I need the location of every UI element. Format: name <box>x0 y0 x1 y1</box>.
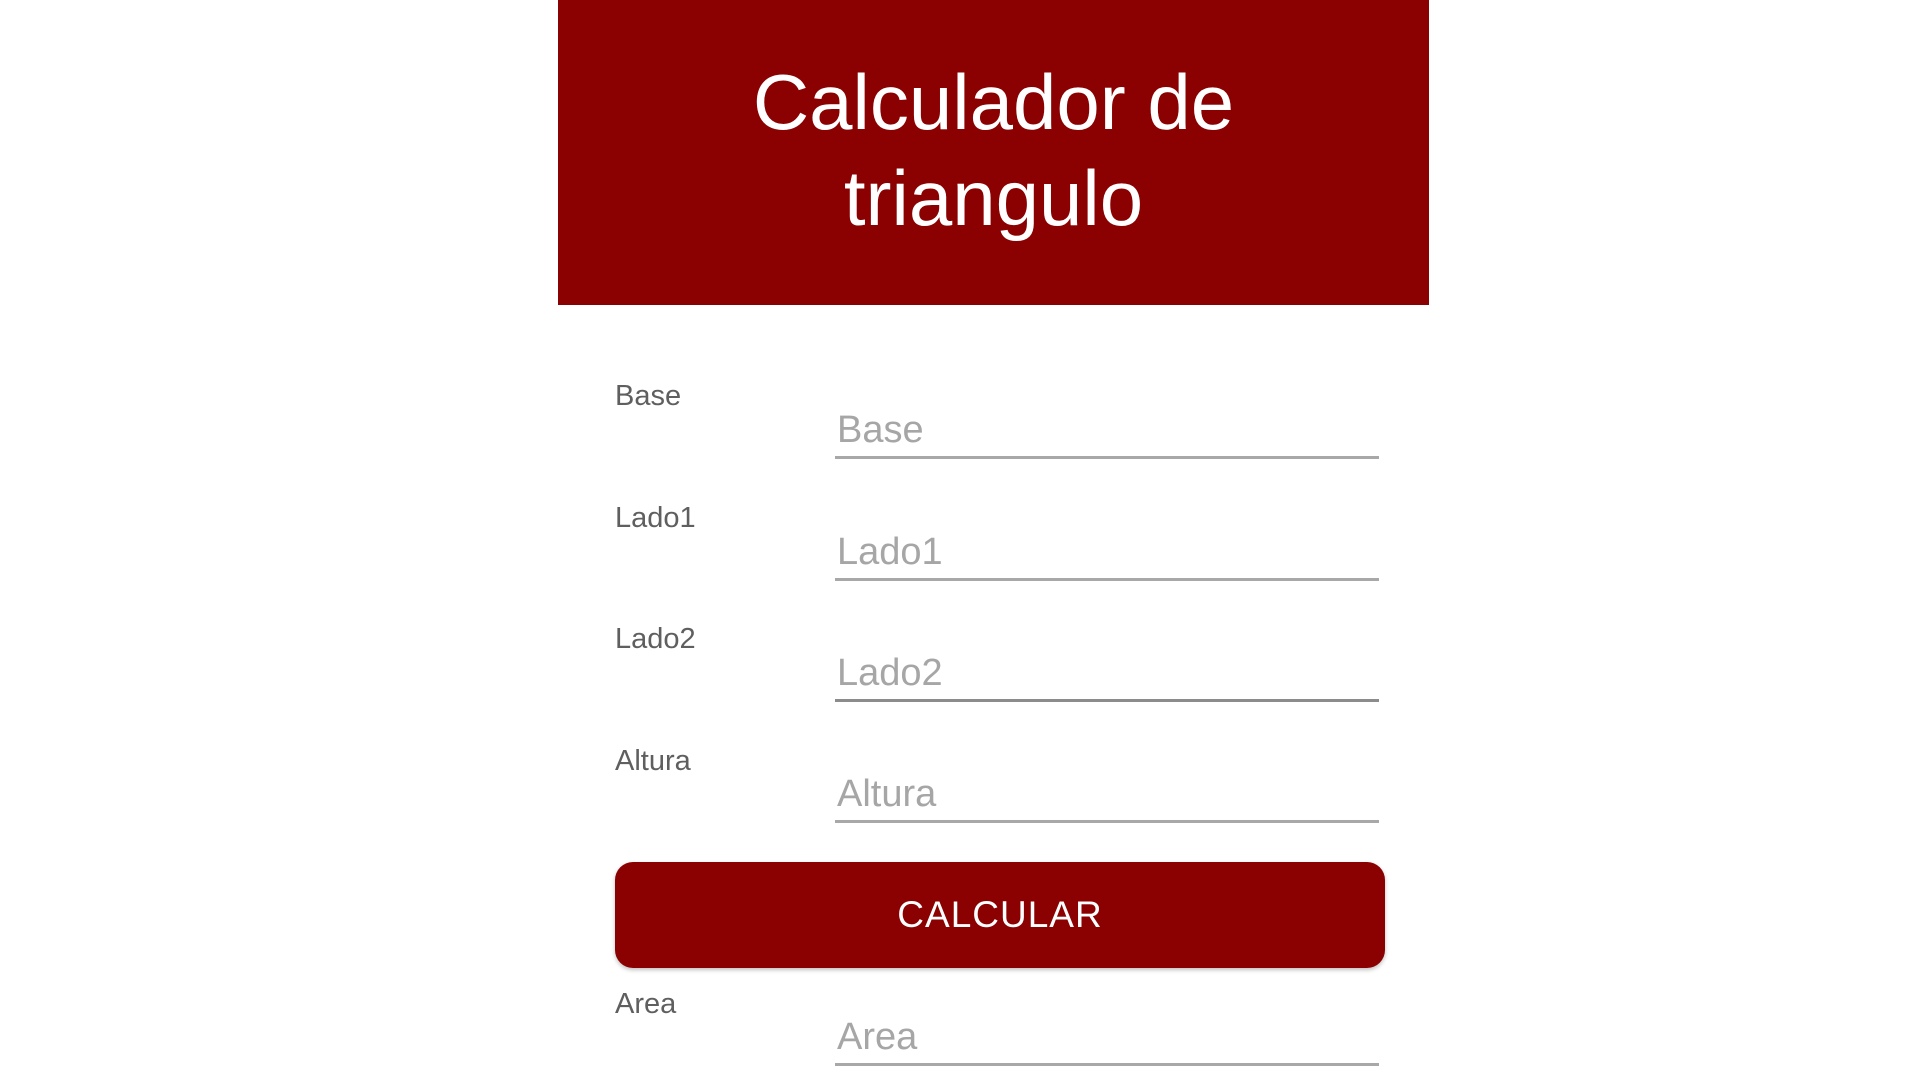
app-container: Calculador de triangulo Base Lado1 Lado2… <box>558 0 1429 1080</box>
base-label: Base <box>615 380 682 412</box>
lado1-label: Lado1 <box>615 502 696 534</box>
lado2-input[interactable] <box>835 647 1379 702</box>
calcular-button[interactable]: CALCULAR <box>615 862 1385 968</box>
altura-label: Altura <box>615 745 691 777</box>
lado1-input[interactable] <box>835 526 1379 581</box>
lado2-label: Lado2 <box>615 623 696 655</box>
altura-input[interactable] <box>835 768 1379 823</box>
base-input[interactable] <box>835 404 1379 459</box>
header-bar: Calculador de triangulo <box>558 0 1429 305</box>
page-title: Calculador de triangulo <box>752 57 1235 242</box>
area-label: Area <box>615 988 677 1020</box>
area-output[interactable] <box>835 1011 1379 1066</box>
screen: Calculador de triangulo Base Lado1 Lado2… <box>0 0 1920 1080</box>
